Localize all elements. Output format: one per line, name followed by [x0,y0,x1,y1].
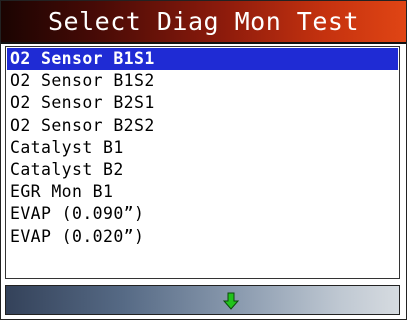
title-bar: Select Diag Mon Test [1,1,406,44]
list-item[interactable]: Catalyst B2 [7,159,398,181]
list-item[interactable]: EGR Mon B1 [7,181,398,203]
list-item[interactable]: EVAP (0.090”) [7,203,398,225]
test-list-panel: O2 Sensor B1S1 O2 Sensor B1S2 O2 Sensor … [5,46,400,279]
list-item[interactable]: O2 Sensor B2S1 [7,92,398,114]
down-arrow-icon[interactable] [223,292,239,310]
screen-title: Select Diag Mon Test [47,7,360,36]
scan-tool-screen: Select Diag Mon Test O2 Sensor B1S1 O2 S… [0,0,407,320]
list-item[interactable]: O2 Sensor B1S1 [7,48,398,71]
list-item[interactable]: Catalyst B1 [7,137,398,159]
list-item[interactable]: EVAP (0.020”) [7,226,398,248]
list-item[interactable]: O2 Sensor B2S2 [7,115,398,137]
footer-bar [5,285,400,315]
test-list: O2 Sensor B1S1 O2 Sensor B1S2 O2 Sensor … [7,48,398,248]
list-item[interactable]: O2 Sensor B1S2 [7,70,398,92]
